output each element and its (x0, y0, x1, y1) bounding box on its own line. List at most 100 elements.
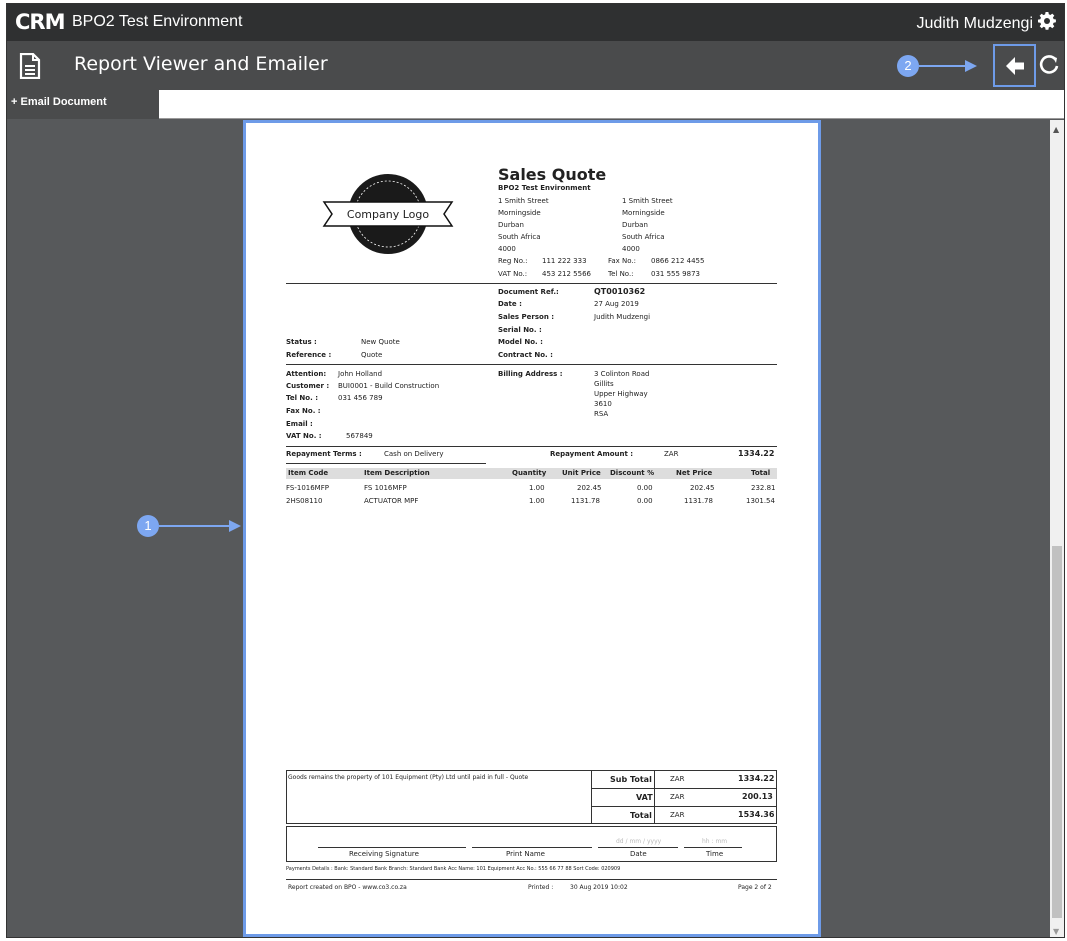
serial-label: Serial No. : (498, 326, 542, 334)
top-bar: CRM BPO2 Test Environment Judith Mudzeng… (7, 4, 1064, 41)
annotation-arrow-2 (919, 65, 969, 67)
toolbar: Report Viewer and Emailer 2 (7, 41, 1064, 90)
vat-total-label: VAT (636, 793, 653, 802)
annotation-arrow-1 (159, 525, 231, 527)
divider (654, 770, 655, 824)
footer-created: Report created on BPO - www.co3.co.za (288, 884, 407, 891)
attention-value: John Holland (338, 370, 383, 378)
addr-right-2: Morningside (622, 209, 665, 217)
tab-email-document[interactable]: + Email Document (7, 90, 159, 119)
col-quantity: Quantity (512, 469, 547, 477)
docref-label: Document Ref.: (498, 288, 559, 296)
vertical-scrollbar[interactable]: ▲ ▼ (1050, 120, 1064, 937)
item-discount: 0.00 (637, 497, 653, 505)
annotation-badge-2: 2 (897, 55, 919, 77)
annotation-arrowhead-2 (965, 60, 977, 72)
gear-icon[interactable] (1037, 11, 1057, 31)
email-label: Email : (286, 420, 313, 428)
divider (591, 806, 777, 807)
col-net-price: Net Price (676, 469, 713, 477)
refresh-icon[interactable] (1038, 54, 1060, 76)
addr-left-5: 4000 (498, 245, 516, 253)
goods-note: Goods remains the property of 101 Equipm… (288, 774, 529, 781)
col-item-description: Item Description (364, 469, 430, 477)
user-name[interactable]: Judith Mudzengi (916, 15, 1033, 33)
vat-label: VAT No.: (498, 270, 528, 278)
cvat-value: 567849 (346, 432, 373, 440)
divider (591, 788, 777, 789)
item-unit-price: 202.45 (577, 484, 602, 492)
company-logo-text: Company Logo (347, 208, 429, 221)
repay-amount-label: Repayment Amount : (550, 450, 634, 458)
item-description: ACTUATOR MPF (364, 497, 419, 505)
scroll-down-arrow-icon[interactable]: ▼ (1053, 927, 1059, 936)
salesperson-label: Sales Person : (498, 313, 555, 321)
ctel-label: Tel No. : (286, 394, 318, 402)
total-label: Total (630, 811, 652, 820)
model-label: Model No. : (498, 338, 543, 346)
date-placeholder: dd / mm / yyyy (616, 838, 662, 845)
reg-value: 111 222 333 (542, 257, 587, 265)
subtotal-currency: ZAR (670, 775, 685, 783)
item-total: 232.81 (751, 484, 776, 492)
back-button[interactable] (993, 44, 1036, 87)
addr-right-5: 4000 (622, 245, 640, 253)
contract-label: Contract No. : (498, 351, 553, 359)
annotation-badge-1: 1 (137, 515, 159, 537)
repay-terms-value: Cash on Delivery (384, 450, 444, 458)
sig-time-label: Time (706, 850, 724, 858)
reference-label: Reference : (286, 351, 332, 359)
report-viewer[interactable]: Company Logo Sales Quote BPO2 Test Envir… (243, 120, 821, 937)
environment-title: BPO2 Test Environment (72, 13, 243, 30)
doc-company: BPO2 Test Environment (498, 184, 591, 192)
item-net-price: 202.45 (690, 484, 715, 492)
billing-line-3: Upper Highway (594, 390, 648, 398)
fax-label: Fax No.: (608, 257, 637, 265)
cfax-label: Fax No. : (286, 407, 321, 415)
billing-line-4: 3610 (594, 400, 612, 408)
item-quantity: 1.00 (529, 497, 545, 505)
divider (286, 446, 777, 447)
repay-amount-value: 1334.22 (738, 449, 775, 458)
billing-label: Billing Address : (498, 370, 563, 378)
status-value: New Quote (361, 338, 400, 346)
payment-details: Payments Details : Bank: Standard Bank B… (286, 866, 621, 872)
item-discount: 0.00 (637, 484, 653, 492)
item-code: FS-1016MFP (286, 484, 329, 492)
addr-left-1: 1 Smith Street (498, 197, 549, 205)
divider (286, 463, 486, 464)
item-code: 2HS08110 (286, 497, 323, 505)
billing-line-2: Gillits (594, 380, 614, 388)
sig-print-label: Print Name (506, 850, 545, 858)
time-line (684, 847, 742, 848)
subtotal-label: Sub Total (610, 775, 652, 784)
addr-right-4: South Africa (622, 233, 665, 241)
divider (286, 364, 777, 365)
ctel-value: 031 456 789 (338, 394, 383, 402)
vat-total-currency: ZAR (670, 793, 685, 801)
attention-label: Attention: (286, 370, 327, 378)
tel-label: Tel No.: (608, 270, 634, 278)
tab-bar: + Email Document (7, 90, 1064, 119)
item-quantity: 1.00 (529, 484, 545, 492)
addr-left-4: South Africa (498, 233, 541, 241)
crm-logo[interactable]: CRM (15, 11, 65, 33)
addr-right-1: 1 Smith Street (622, 197, 673, 205)
footer-page: Page 2 of 2 (738, 884, 772, 891)
reference-value: Quote (361, 351, 383, 359)
salesperson-value: Judith Mudzengi (594, 313, 651, 321)
footer-printed-label: Printed : (528, 884, 554, 891)
customer-value: BUI0001 - Build Construction (338, 382, 440, 390)
item-description: FS 1016MFP (364, 484, 407, 492)
scroll-up-arrow-icon[interactable]: ▲ (1053, 125, 1059, 134)
item-total: 1301.54 (746, 497, 775, 505)
company-logo: Company Logo (322, 174, 454, 254)
sales-quote-document: Company Logo Sales Quote BPO2 Test Envir… (246, 123, 818, 934)
page-title: Report Viewer and Emailer (74, 53, 328, 75)
total-value: 1534.36 (738, 810, 775, 819)
time-placeholder: hh : mm (702, 838, 728, 845)
scroll-thumb[interactable] (1052, 546, 1062, 918)
arrow-left-icon (1006, 57, 1024, 75)
item-net-price: 1131.78 (684, 497, 713, 505)
divider (286, 879, 777, 880)
